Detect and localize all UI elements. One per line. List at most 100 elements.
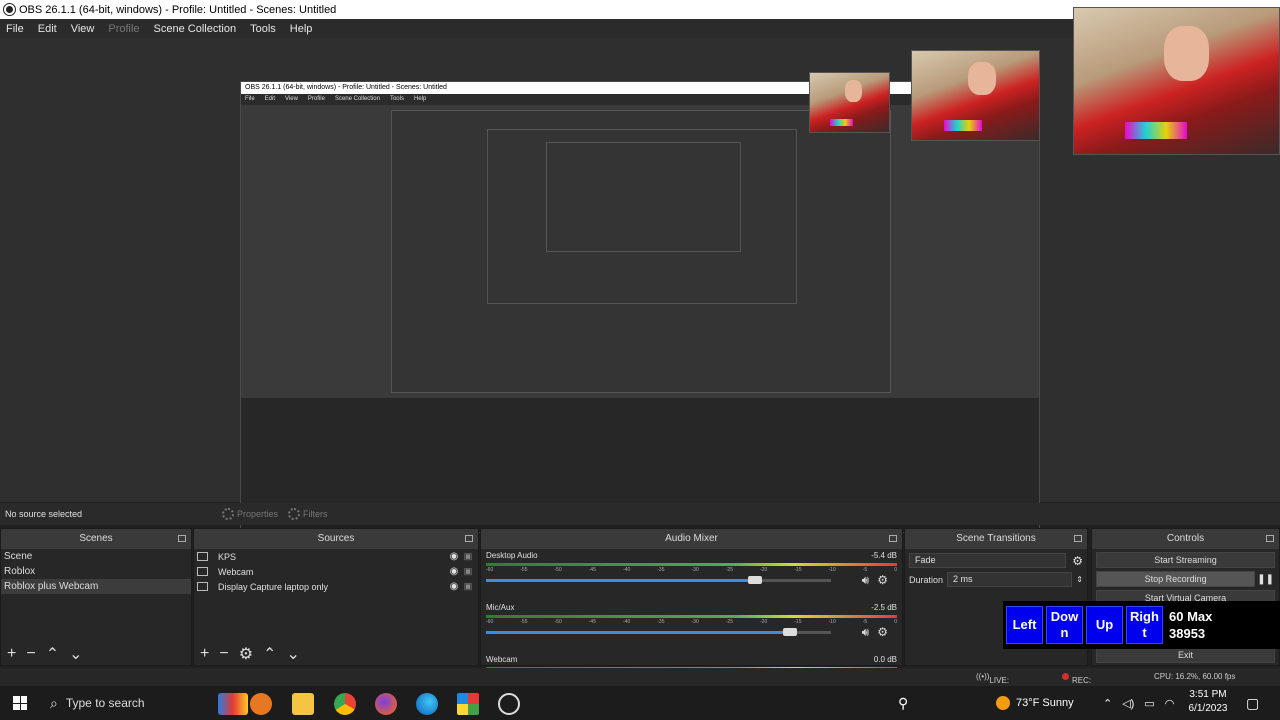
kps-max: 60 Max (1169, 609, 1213, 624)
undock-icon[interactable] (465, 535, 473, 542)
stop-recording-button[interactable]: Stop Recording (1096, 571, 1256, 587)
gear-icon[interactable]: ⚙ (877, 573, 888, 588)
preview-canvas[interactable]: OBS 26.1.1 (64-bit, windows) - Profile: … (0, 7, 1280, 533)
move-up-icon[interactable]: ⌃ (263, 644, 276, 664)
pause-icon[interactable]: ❚❚ (1257, 574, 1274, 585)
menu-view[interactable]: View (65, 23, 103, 35)
mixer-channel: Mic/Aux -2.5 dB -60 -55 -50 -45 -40 -35 -30 -25 -2… (481, 601, 902, 653)
clock-date: 6/1/2023 (1188, 703, 1228, 714)
volume-slider[interactable] (486, 576, 831, 584)
undock-icon[interactable] (178, 535, 186, 542)
undock-icon[interactable] (1266, 535, 1274, 542)
slider-handle[interactable] (782, 628, 797, 636)
menu-edit[interactable]: Edit (32, 23, 65, 35)
taskbar-search[interactable]: ⌕ Type to search (40, 686, 210, 720)
scale-tick: -50 (554, 619, 562, 625)
transition-row: Fade ⚙ (909, 553, 1083, 568)
lock-icon[interactable]: ▣ (463, 566, 473, 577)
source-item[interactable]: KPS ◉ ▣ (194, 549, 478, 564)
weather-widget[interactable]: 73°F Sunny (996, 686, 1074, 720)
move-up-icon[interactable]: ⌃ (46, 644, 59, 664)
obs-taskbar-icon[interactable] (498, 693, 520, 715)
taskbar-clock[interactable]: 3:51 PM 6/1/2023 (1180, 688, 1236, 716)
scene-item[interactable]: Scene (1, 549, 191, 564)
scenes-dock: Scenes Scene Roblox Roblox plus Webcam +… (0, 528, 192, 666)
menu-tools[interactable]: Tools (244, 23, 284, 35)
lock-icon[interactable]: ▣ (463, 551, 473, 562)
remove-scene-button[interactable]: − (26, 645, 35, 663)
firefox-icon[interactable] (375, 693, 397, 715)
move-down-icon[interactable]: ⌄ (286, 644, 299, 664)
app-icon[interactable] (457, 693, 479, 715)
visibility-icon[interactable]: ◉ (448, 581, 460, 592)
scale-tick: -30 (691, 619, 699, 625)
add-source-button[interactable]: + (200, 645, 209, 663)
menu-scene-collection[interactable]: Scene Collection (148, 23, 245, 35)
exit-button[interactable]: Exit (1096, 647, 1275, 663)
remove-source-button[interactable]: − (219, 645, 228, 663)
scale-tick: -20 (760, 567, 768, 573)
scenes-title: Scenes (79, 533, 113, 544)
sources-dock: Sources KPS ◉ ▣ Webcam ◉ ▣ Display Captu… (193, 528, 479, 666)
undock-icon[interactable] (1074, 535, 1082, 542)
edge-icon[interactable] (416, 693, 438, 715)
battery-icon[interactable]: ▭ (1144, 697, 1154, 710)
slider-handle[interactable] (748, 576, 763, 584)
gear-icon[interactable]: ⚙ (239, 644, 253, 664)
scene-item-selected[interactable]: Roblox plus Webcam (1, 579, 191, 594)
nested-preview-level-4 (546, 142, 741, 252)
volume-slider[interactable] (486, 628, 831, 636)
scale-tick: -50 (554, 567, 562, 573)
mixer-channel: Desktop Audio -5.4 dB -60 -55 -50 -45 -40 -35 -3… (481, 549, 902, 601)
chevron-up-icon[interactable]: ⌃ (1103, 697, 1112, 710)
speaker-icon[interactable]: 🔊︎ (862, 625, 870, 640)
search-placeholder: Type to search (65, 696, 145, 710)
file-explorer-icon[interactable] (292, 693, 314, 715)
scale-tick: 0 (894, 619, 897, 625)
spin-arrows-icon[interactable]: ⇕ (1076, 575, 1083, 584)
volume-meter (486, 563, 897, 566)
rec-status: REC: 00:00:26 (1062, 672, 1103, 694)
filters-button[interactable]: Filters (288, 508, 328, 520)
controls-title: Controls (1166, 533, 1205, 544)
windows-logo-icon (13, 696, 27, 710)
lock-icon[interactable]: ▣ (463, 581, 473, 592)
search-icon: ⌕ (50, 694, 58, 711)
monitor-icon (197, 582, 208, 591)
source-item[interactable]: Display Capture laptop only ◉ ▣ (194, 579, 478, 594)
gear-icon[interactable]: ⚙ (1072, 554, 1083, 568)
source-toolbar: No source selected Properties Filters (0, 503, 1280, 525)
start-button[interactable] (0, 686, 40, 720)
duration-spinbox[interactable]: 2 ms (947, 572, 1073, 587)
start-streaming-button[interactable]: Start Streaming (1096, 552, 1275, 568)
speaker-icon[interactable]: 🔊︎ (862, 573, 870, 588)
volume-meter (486, 615, 897, 618)
undock-icon[interactable] (889, 535, 897, 542)
chrome-icon[interactable] (334, 693, 356, 715)
duration-label: Duration (909, 574, 944, 585)
visibility-icon[interactable]: ◉ (448, 551, 460, 562)
menu-profile[interactable]: Profile (102, 23, 147, 35)
move-down-icon[interactable]: ⌄ (69, 644, 82, 664)
scale-tick: -60 (486, 567, 494, 573)
people-icon[interactable]: ⚲ (898, 686, 908, 720)
wifi-icon[interactable]: ◠ (1165, 697, 1175, 710)
widgets-icon[interactable] (218, 693, 248, 715)
gear-icon[interactable]: ⚙ (877, 625, 888, 640)
add-scene-button[interactable]: + (7, 645, 16, 663)
visibility-icon[interactable]: ◉ (448, 566, 460, 577)
speaker-icon[interactable]: ◁) (1122, 697, 1134, 710)
menu-help[interactable]: Help (284, 23, 321, 35)
menu-file[interactable]: File (0, 23, 32, 35)
notification-icon[interactable]: ▢ (1246, 686, 1259, 720)
live-status: ((•)) LIVE: 00:00:00 (976, 672, 1021, 694)
properties-button[interactable]: Properties (222, 508, 278, 520)
scale-tick: -20 (760, 619, 768, 625)
scale-tick: -15 (794, 619, 802, 625)
scene-item[interactable]: Roblox (1, 564, 191, 579)
transition-select[interactable]: Fade (909, 553, 1067, 568)
basketball-icon[interactable] (250, 693, 272, 715)
source-item[interactable]: Webcam ◉ ▣ (194, 564, 478, 579)
scale-tick: -45 (588, 619, 596, 625)
duration-row: Duration 2 ms ⇕ (909, 572, 1083, 587)
